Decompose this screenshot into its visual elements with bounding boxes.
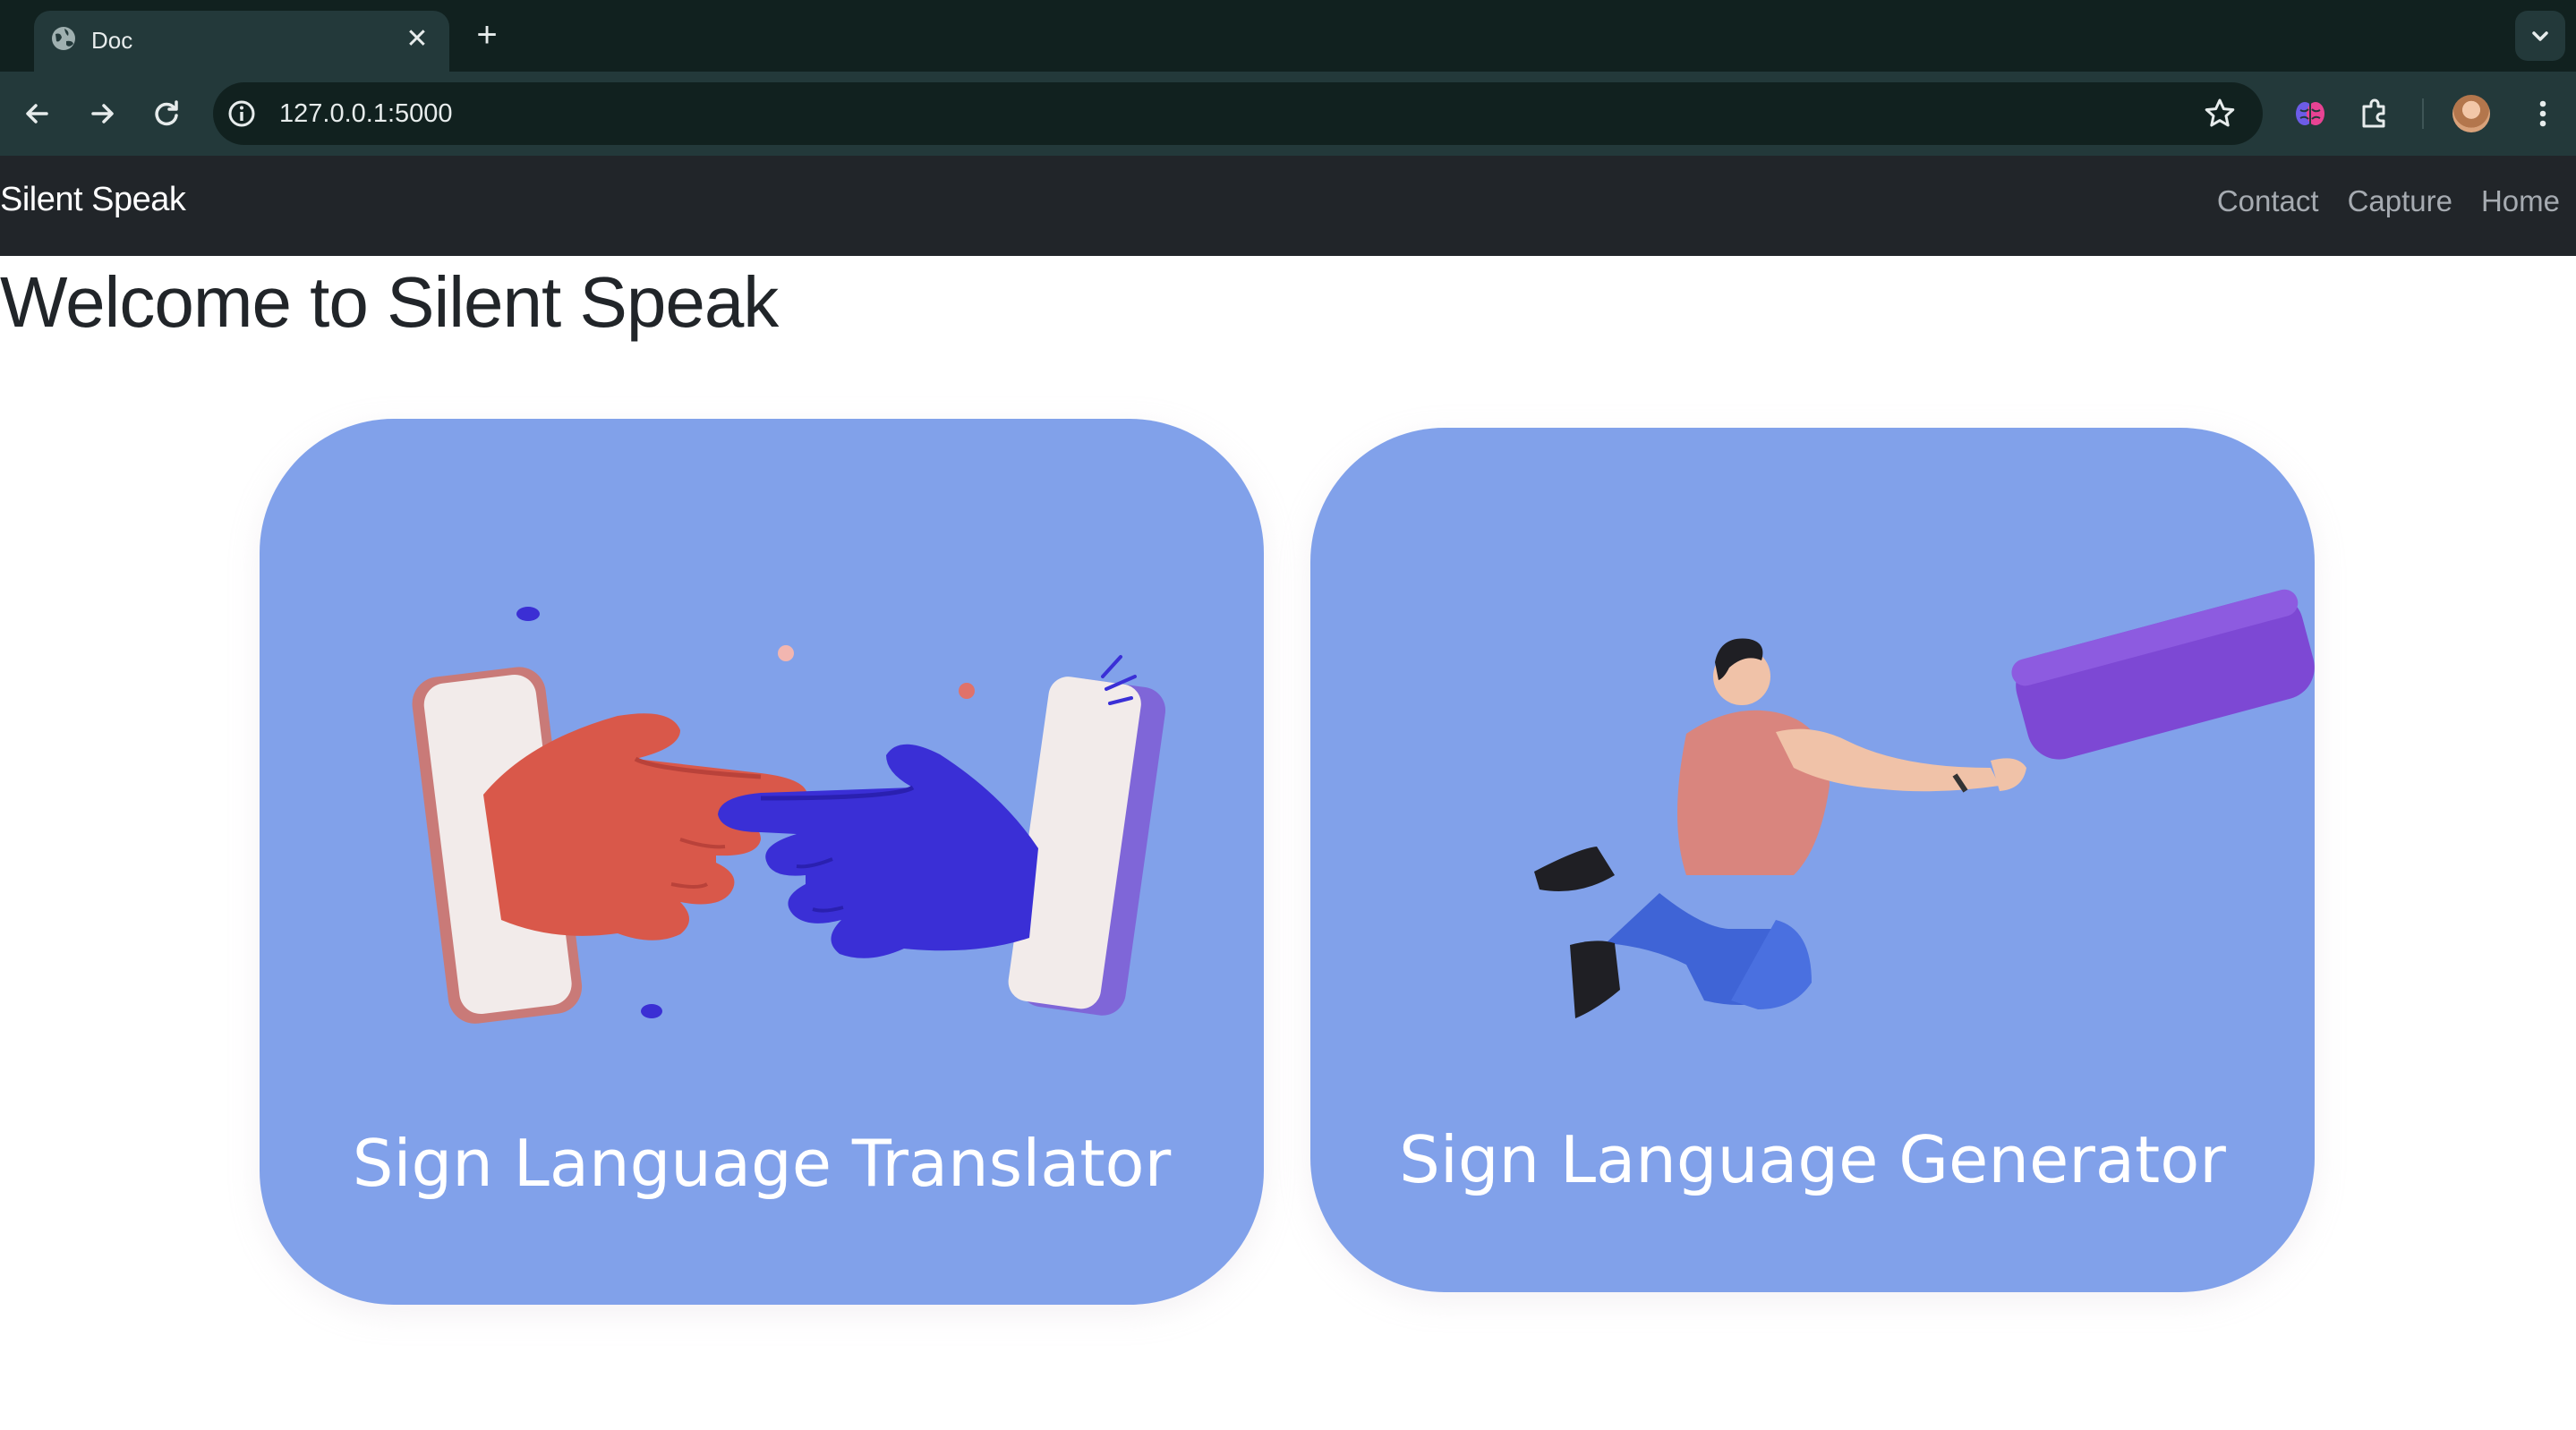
generator-card[interactable]: Sign Language Generator	[1310, 428, 2315, 1292]
nav-link-contact[interactable]: Contact	[2217, 184, 2319, 218]
address-bar[interactable]: 127.0.0.1:5000	[213, 82, 2263, 145]
bookmark-star-icon[interactable]	[2202, 96, 2238, 132]
nav-link-home[interactable]: Home	[2481, 184, 2560, 218]
close-tab-icon[interactable]: ✕	[401, 23, 433, 55]
browser-toolbar: 127.0.0.1:5000	[0, 72, 2576, 156]
site-info-icon[interactable]	[226, 98, 258, 130]
floating-man-speech-bubble-illustration	[1534, 589, 2315, 1018]
new-tab-button[interactable]: +	[469, 17, 505, 54]
brain-extension-icon[interactable]	[2290, 93, 2331, 134]
chevron-down-icon	[2532, 31, 2548, 41]
site-navbar: Silent Speak Contact Capture Home	[0, 156, 2576, 256]
back-arrow-icon[interactable]	[16, 92, 59, 135]
page-title: Welcome to Silent Speak	[0, 262, 779, 342]
nav-links: Contact Capture Home	[2217, 184, 2560, 218]
translator-label: Sign Language Translator	[352, 1126, 1172, 1201]
url-text: 127.0.0.1:5000	[279, 99, 453, 128]
toolbar-divider	[2422, 98, 2424, 129]
profile-avatar[interactable]	[2452, 95, 2490, 132]
reload-icon[interactable]	[145, 92, 188, 135]
nav-link-capture[interactable]: Capture	[2348, 184, 2452, 218]
tab-search-button[interactable]	[2515, 11, 2565, 61]
generator-label: Sign Language Generator	[1399, 1122, 2226, 1197]
globe-icon	[52, 27, 75, 50]
site-brand[interactable]: Silent Speak	[0, 181, 186, 219]
more-menu-icon[interactable]	[2522, 93, 2563, 134]
tab-title: Doc	[91, 27, 133, 54]
forward-arrow-icon[interactable]	[81, 92, 124, 135]
translator-card[interactable]: Sign Language Translator	[260, 419, 1264, 1305]
browser-tab[interactable]: Doc ✕	[34, 11, 449, 72]
extensions-puzzle-icon[interactable]	[2354, 93, 2395, 134]
browser-tabstrip: Doc ✕ +	[0, 0, 2576, 72]
two-hands-phones-illustration	[412, 607, 1166, 1024]
